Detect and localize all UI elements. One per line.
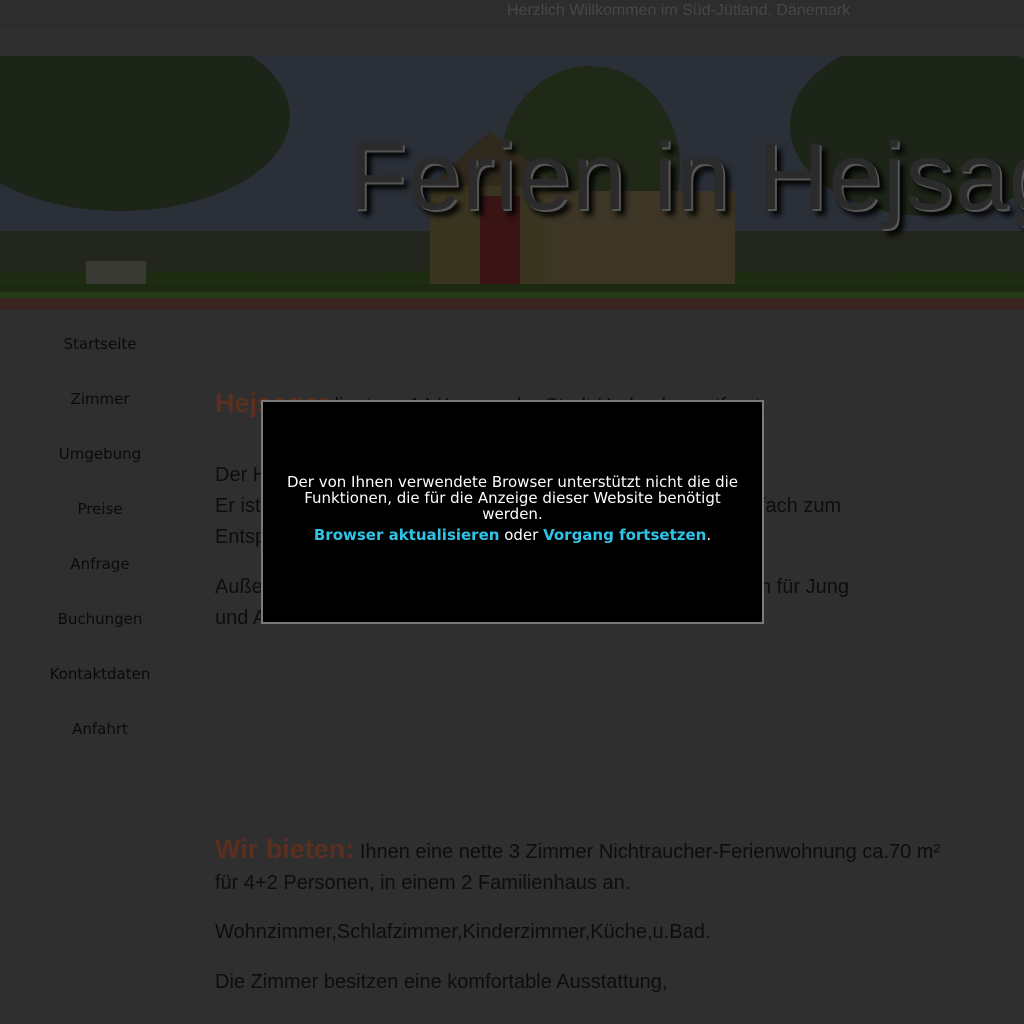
browser-warning-actions: Browser aktualisieren oder Vorgang forts… [263,526,762,544]
or-text: oder [499,526,544,544]
browser-warning-message: Der von Ihnen verwendete Browser unterst… [286,473,739,523]
update-browser-link[interactable]: Browser aktualisieren [314,526,500,544]
continue-link[interactable]: Vorgang fortsetzen [543,526,706,544]
period-text: . [706,526,712,544]
browser-warning-dialog: Der von Ihnen verwendete Browser unterst… [261,400,764,624]
